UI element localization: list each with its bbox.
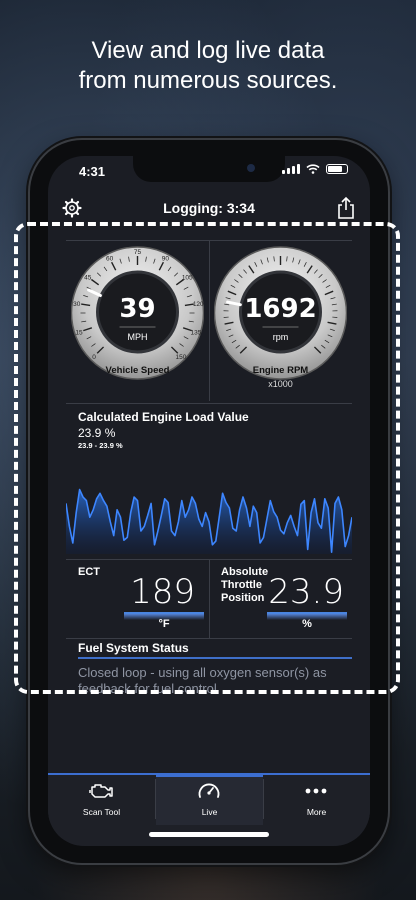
wifi-icon <box>306 164 320 174</box>
speed-gauge-panel[interactable]: 0 15 30 45 60 75 90 105 120 135 150 39 MPH Vehicle… <box>66 241 210 401</box>
tab-scan-tool[interactable]: Scan Tool <box>48 775 155 825</box>
speed-unit: MPH <box>127 332 148 342</box>
fuel-status-text: Closed loop - using all oxygen sensor(s)… <box>78 665 327 696</box>
throttle-value: 23.9 <box>268 572 344 612</box>
home-indicator[interactable] <box>149 832 269 837</box>
gauge-tick-label: 75 <box>134 249 142 256</box>
status-icons <box>282 164 348 174</box>
numeric-row: ECT 189 °F Absolute Throttle Position 23… <box>66 559 352 639</box>
headline: View and log live data from numerous sou… <box>0 36 416 96</box>
fuel-status-panel[interactable]: Fuel System Status Closed loop - using a… <box>66 637 352 713</box>
throttle-label-line-3: Position <box>221 592 265 604</box>
engine-icon <box>89 784 113 798</box>
tab-more[interactable]: More <box>263 775 370 825</box>
throttle-label: Absolute Throttle Position <box>221 566 268 605</box>
gauge-tick-label: 60 <box>106 256 114 263</box>
throttle-label-line-1: Absolute <box>221 566 269 578</box>
chart-range: 23.9 - 23.9 % <box>78 441 123 450</box>
gauge-tick-label: 105 <box>182 274 193 281</box>
tab-live[interactable]: Live <box>156 773 263 825</box>
rpm-gauge-name: Engine RPM <box>252 365 309 376</box>
rpm-value: 1692 <box>244 294 317 324</box>
speed-value: 39 <box>119 294 156 324</box>
ect-unit: °F <box>158 618 170 630</box>
battery-icon <box>326 164 348 174</box>
speedometer-icon <box>198 783 220 798</box>
camera-icon <box>247 164 255 172</box>
gauge-tick-label: 0 <box>92 354 96 361</box>
engine-load-chart-panel[interactable]: Calculated Engine Load Value 23.9 % 23.9… <box>66 403 352 558</box>
throttle-unit: % <box>302 618 312 630</box>
dashboard: 0 15 30 45 60 75 90 105 120 135 150 39 MPH Vehicle… <box>66 240 352 713</box>
gauge-tick-label: 90 <box>162 256 170 263</box>
headline-line-2: from numerous sources. <box>78 67 338 94</box>
signal-icon <box>282 164 300 174</box>
chart-current-value: 23.9 % <box>78 426 116 440</box>
notch <box>133 156 285 182</box>
tab-more-label: More <box>306 807 327 817</box>
ect-value: 189 <box>130 572 195 612</box>
gauge-tick-label: 150 <box>176 354 187 361</box>
fuel-status-divider <box>78 657 352 659</box>
engine-load-chart <box>66 488 352 554</box>
ect-label: ECT <box>78 566 100 578</box>
speed-gauge-name: Vehicle Speed <box>105 365 170 376</box>
phone-frame: 4:31 Logging: 3:34 0 15 30 45 60 75 90 1… <box>30 140 388 863</box>
rpm-multiplier: x1000 <box>268 379 293 389</box>
rpm-gauge-panel[interactable]: 1692 rpm Engine RPM x1000 <box>209 241 352 401</box>
tab-scan-tool-label: Scan Tool <box>82 807 121 817</box>
ect-cell[interactable]: ECT 189 °F <box>66 560 210 638</box>
throttle-cell[interactable]: Absolute Throttle Position 23.9 % <box>209 560 352 638</box>
rpm-unit: rpm <box>272 332 289 342</box>
top-bar: Logging: 3:34 <box>48 196 370 226</box>
status-time: 4:31 <box>79 164 106 179</box>
chart-title: Calculated Engine Load Value <box>78 410 249 424</box>
fuel-status-title: Fuel System Status <box>78 641 189 655</box>
share-icon[interactable] <box>336 196 356 220</box>
gauge-tick-label: 45 <box>84 274 92 281</box>
logging-timer: Logging: 3:34 <box>163 200 255 216</box>
throttle-label-line-2: Throttle <box>221 579 262 591</box>
phone-screen: 4:31 Logging: 3:34 0 15 30 45 60 75 90 1… <box>48 156 370 846</box>
tab-live-label: Live <box>201 807 218 817</box>
more-dots-icon <box>305 788 327 794</box>
headline-line-1: View and log live data <box>91 37 325 64</box>
